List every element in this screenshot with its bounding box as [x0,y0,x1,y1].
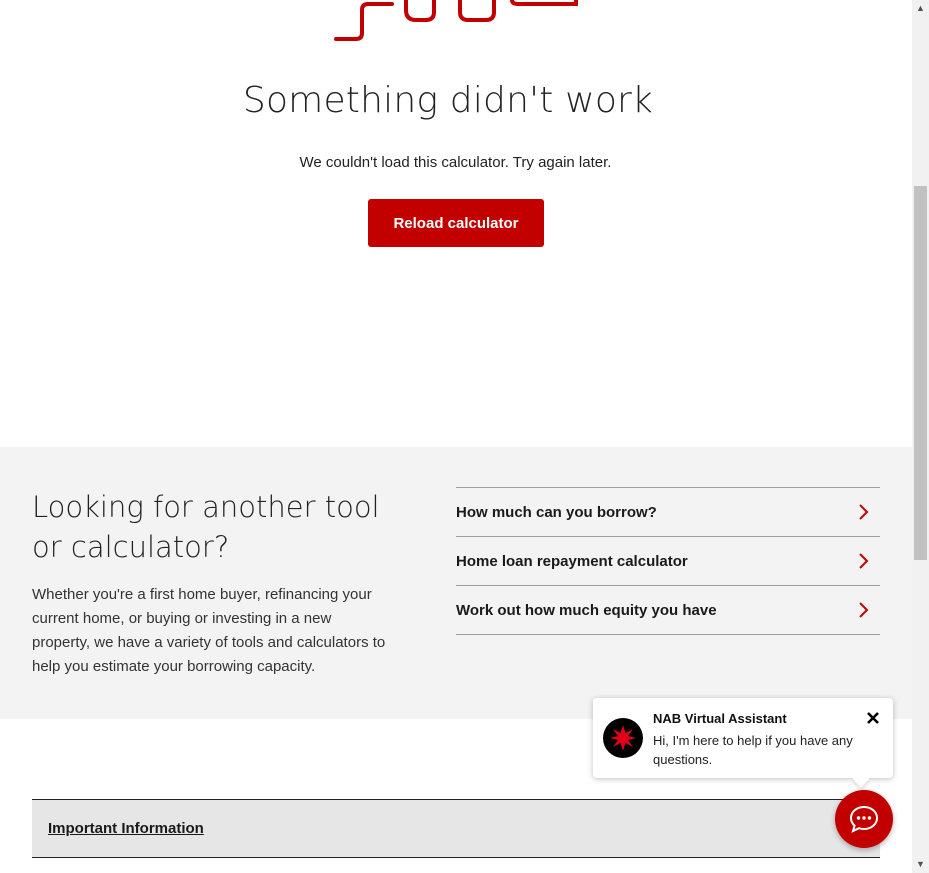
important-information-label: Important Information [48,820,204,837]
chevron-right-icon [852,598,876,622]
chat-assistant-name: NAB Virtual Assistant [653,711,787,726]
error-illustration [334,0,578,41]
chat-message: Hi, I'm here to help if you have any que… [653,733,853,767]
tools-heading: Looking for another tool or calculator? [32,490,380,564]
nab-star-icon [603,718,643,758]
chat-popup: NAB Virtual Assistant Hi, I'm here to he… [593,698,893,778]
tool-link-label: Home loan repayment calculator [456,552,688,570]
tools-description: Whether you're a first home buyer, refin… [32,586,386,675]
link-work-out-equity[interactable]: Work out how much equity you have [456,586,880,635]
tool-link-label: Work out how much equity you have [456,601,717,619]
link-how-much-can-you-borrow[interactable]: How much can you borrow? [456,488,880,537]
chevron-right-icon [852,549,876,573]
error-title: Something didn't work [242,80,654,121]
reload-calculator-button[interactable]: Reload calculator [368,199,544,247]
vertical-scrollbar[interactable]: ▲ ▼ [912,0,929,873]
open-chat-button[interactable] [835,790,893,848]
tools-link-list: How much can you borrow? Home loan repay… [456,487,880,635]
link-home-loan-repayment-calculator[interactable]: Home loan repayment calculator [456,537,880,586]
error-message: We couldn't load this calculator. Try ag… [299,154,612,171]
scroll-up-icon[interactable]: ▲ [912,0,929,17]
chat-bubble-icon [849,805,879,833]
scroll-down-icon[interactable]: ▼ [912,856,929,873]
scrollbar-thumb[interactable] [914,186,927,560]
tool-link-label: How much can you borrow? [456,503,657,521]
page: Something didn't work We couldn't load t… [0,0,912,873]
important-information-accordion[interactable]: Important Information [32,799,880,858]
close-icon[interactable] [864,709,882,727]
other-tools-section: Looking for another tool or calculator? … [0,447,912,719]
chevron-right-icon [852,500,876,524]
